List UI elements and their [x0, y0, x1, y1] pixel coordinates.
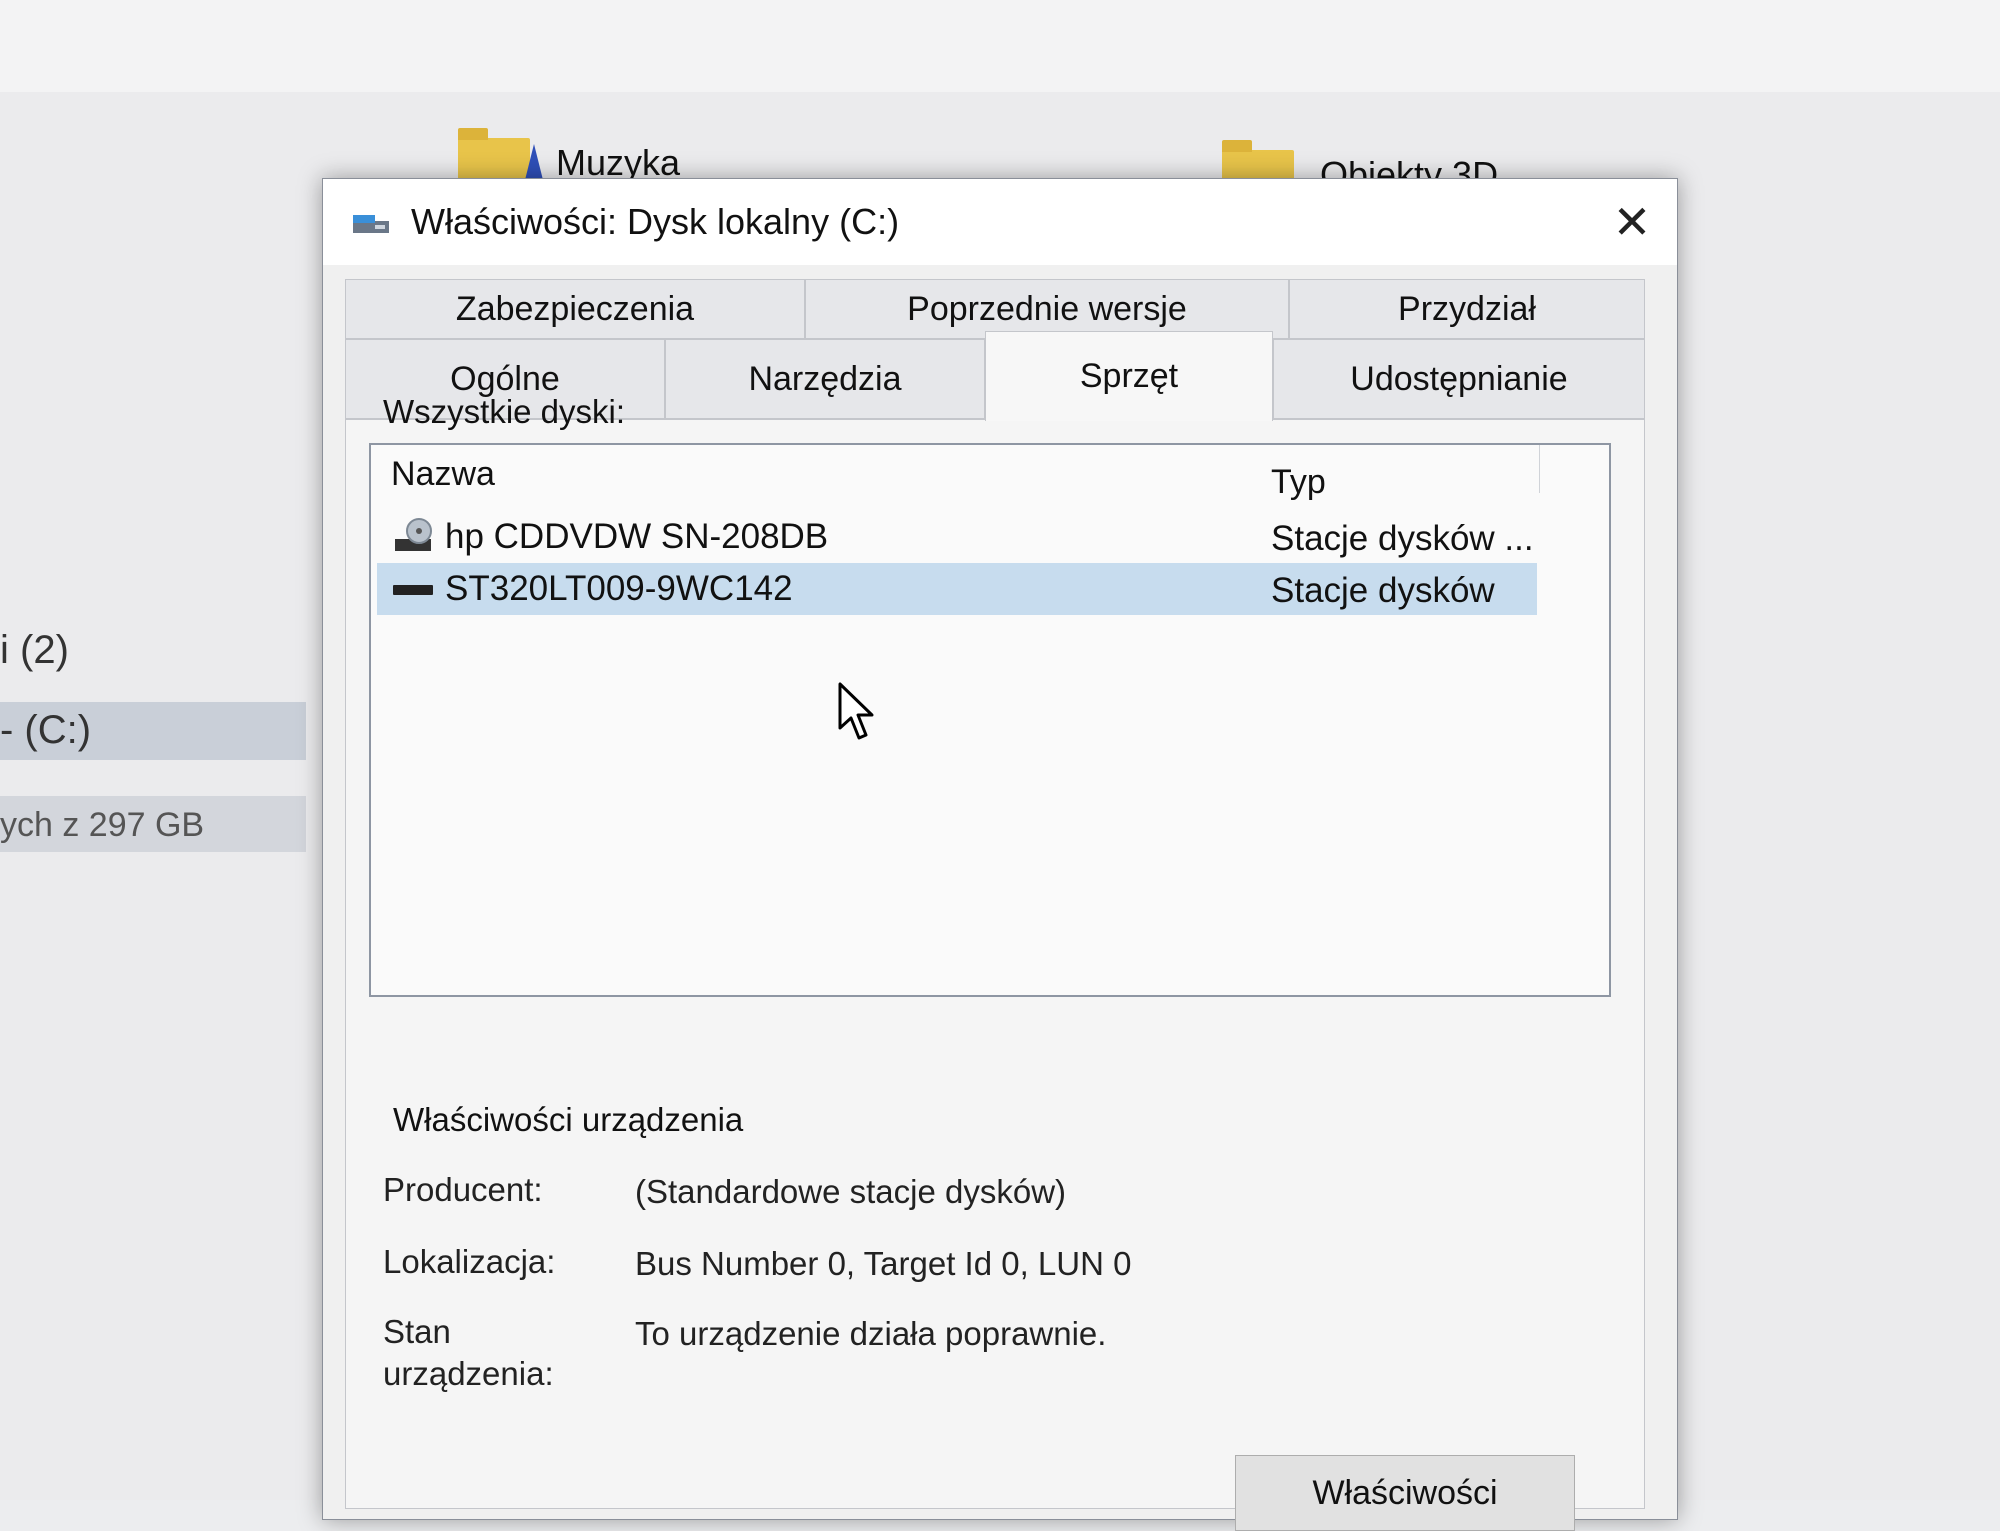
tab-label: Przydział	[1398, 289, 1536, 328]
properties-dialog: Właściwości: Dysk lokalny (C:) ✕ Zabezpi…	[322, 178, 1678, 1531]
tab-zabezpieczenia[interactable]: Zabezpieczenia	[345, 279, 805, 339]
status-label-line1: Stan	[383, 1313, 451, 1350]
sidebar-group-count[interactable]: i (2)	[0, 628, 69, 673]
explorer-toolbar	[0, 0, 2000, 93]
disk-list[interactable]: Nazwa Typ hp CDDVDW SN-208DB Stacje dysk…	[369, 443, 1611, 997]
tab-label: Poprzednie wersje	[907, 289, 1187, 328]
tab-poprzednie-wersje[interactable]: Poprzednie wersje	[805, 279, 1289, 339]
list-item-selected[interactable]: ST320LT009-9WC142 Stacje dysków	[377, 563, 1537, 615]
column-divider[interactable]	[1539, 445, 1540, 493]
storage-text: ych z 297 GB	[0, 806, 205, 844]
location-value: Bus Number 0, Target Id 0, LUN 0	[635, 1245, 1132, 1282]
tab-label: Sprzęt	[1079, 357, 1179, 395]
manufacturer-value: (Standardowe stacje dysków)	[635, 1173, 1067, 1210]
tab-sprzet[interactable]: Sprzęt	[985, 331, 1273, 421]
device-name: hp CDDVDW SN-208DB	[445, 517, 829, 556]
close-icon: ✕	[1612, 196, 1652, 248]
all-disks-label: Wszystkie dyski:	[383, 393, 626, 430]
drive-icon	[353, 215, 389, 233]
column-header-type[interactable]: Typ	[1271, 463, 1326, 502]
tab-label: Zabezpieczenia	[455, 289, 695, 328]
tab-label: Narzędzia	[748, 359, 902, 398]
tab-przydzial[interactable]: Przydział	[1289, 279, 1645, 339]
location-label: Lokalizacja:	[383, 1243, 556, 1280]
cd-drive-icon	[395, 518, 432, 551]
tab-label: Udostępnianie	[1350, 359, 1568, 398]
close-button[interactable]: ✕	[1587, 179, 1677, 265]
device-name: ST320LT009-9WC142	[445, 569, 793, 608]
properties-button[interactable]: Właściwości	[1235, 1455, 1575, 1531]
device-type: Stacje dysków	[1271, 571, 1495, 610]
dialog-titlebar[interactable]: Właściwości: Dysk lokalny (C:) ✕	[323, 179, 1677, 265]
device-properties-heading: Właściwości urządzenia	[393, 1101, 744, 1138]
status-value: To urządzenie działa poprawnie.	[635, 1315, 1107, 1352]
mouse-cursor-icon	[838, 682, 874, 740]
device-type: Stacje dysków ...	[1271, 519, 1534, 558]
column-header-name[interactable]: Nazwa	[391, 455, 495, 494]
status-label-line2: urządzenia:	[383, 1355, 554, 1392]
tab-udostepnianie[interactable]: Udostępnianie	[1273, 339, 1645, 419]
tab-narzedzia[interactable]: Narzędzia	[665, 339, 985, 419]
dialog-title: Właściwości: Dysk lokalny (C:)	[411, 201, 900, 242]
sidebar-drive-c[interactable]: - (C:)	[0, 708, 91, 753]
manufacturer-label: Producent:	[383, 1171, 543, 1208]
hard-disk-icon	[393, 585, 433, 595]
properties-button-label: Właściwości	[1312, 1473, 1498, 1512]
list-item[interactable]: hp CDDVDW SN-208DB Stacje dysków ...	[377, 511, 1537, 563]
